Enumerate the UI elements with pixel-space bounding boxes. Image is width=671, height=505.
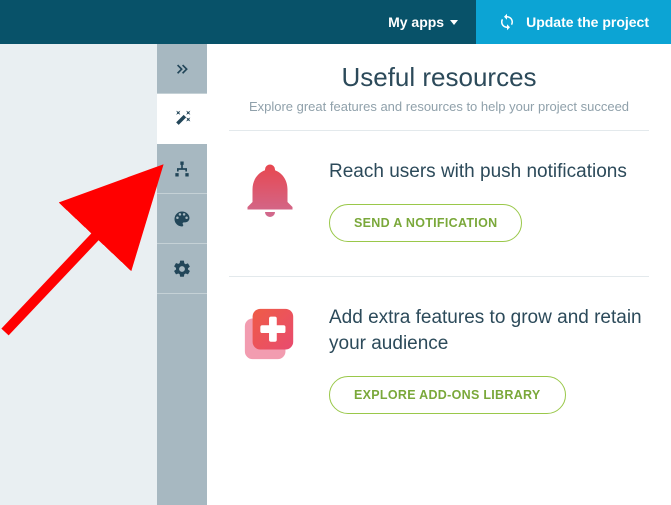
rail-expand[interactable] xyxy=(157,44,207,94)
left-gutter xyxy=(0,44,157,505)
content-panel: Useful resources Explore great features … xyxy=(207,44,671,505)
side-rail xyxy=(157,44,207,505)
page-subtitle: Explore great features and resources to … xyxy=(229,99,649,131)
card-push-body: Reach users with push notifications SEND… xyxy=(329,159,643,242)
my-apps-dropdown[interactable]: My apps xyxy=(370,0,476,44)
card-addons-title: Add extra features to grow and retain yo… xyxy=(329,305,643,358)
my-apps-label: My apps xyxy=(388,14,444,30)
refresh-icon xyxy=(498,13,516,31)
gear-icon xyxy=(172,259,192,279)
card-push-title: Reach users with push notifications xyxy=(329,159,643,186)
update-project-button[interactable]: Update the project xyxy=(476,0,671,44)
sitemap-icon xyxy=(172,159,192,179)
rail-item-wizard[interactable] xyxy=(157,94,207,144)
card-addons-body: Add extra features to grow and retain yo… xyxy=(329,305,643,414)
rail-item-design[interactable] xyxy=(157,194,207,244)
top-bar: My apps Update the project xyxy=(0,0,671,44)
addons-icon xyxy=(235,305,305,414)
rail-item-settings[interactable] xyxy=(157,244,207,294)
palette-icon xyxy=(172,209,192,229)
update-project-label: Update the project xyxy=(526,14,649,30)
annotation-arrow-icon xyxy=(0,114,175,344)
magic-wand-icon xyxy=(172,109,192,129)
card-addons: Add extra features to grow and retain yo… xyxy=(229,277,649,448)
card-push: Reach users with push notifications SEND… xyxy=(229,131,649,277)
page-title: Useful resources xyxy=(229,62,649,93)
bell-icon xyxy=(235,159,305,242)
send-notification-button[interactable]: SEND A NOTIFICATION xyxy=(329,204,522,242)
rail-item-hierarchy[interactable] xyxy=(157,144,207,194)
caret-down-icon xyxy=(450,20,458,25)
main-body: Useful resources Explore great features … xyxy=(0,44,671,505)
chevron-double-right-icon xyxy=(172,59,192,79)
explore-addons-button[interactable]: EXPLORE ADD-ONS LIBRARY xyxy=(329,376,566,414)
